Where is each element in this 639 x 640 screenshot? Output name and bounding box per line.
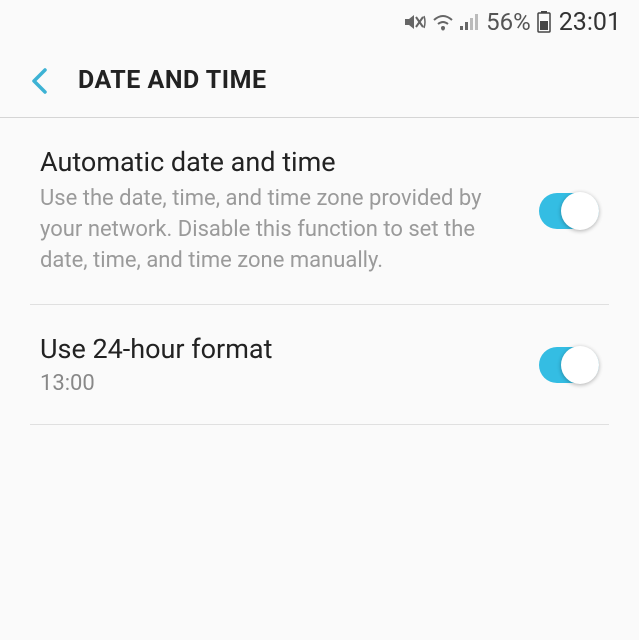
back-button[interactable] [30,67,48,95]
toggle-automatic-datetime[interactable] [539,193,599,229]
header: DATE AND TIME [0,44,639,117]
setting-text-block: Automatic date and time Use the date, ti… [40,146,519,276]
toggle-24hour-format[interactable] [539,347,599,383]
status-clock: 23:01 [559,8,621,37]
battery-percent: 56% [486,8,531,36]
divider [30,424,609,425]
battery-icon [537,11,551,33]
setting-description: Use the date, time, and time zone provid… [40,184,519,276]
setting-title: Use 24-hour format [40,333,519,365]
toggle-knob [561,346,599,384]
page-title: DATE AND TIME [78,66,267,95]
setting-title: Automatic date and time [40,146,519,178]
mute-vibrate-icon [402,12,426,32]
setting-automatic-datetime[interactable]: Automatic date and time Use the date, ti… [0,118,639,304]
toggle-knob [561,192,599,230]
setting-24hour-format[interactable]: Use 24-hour format 13:00 [0,305,639,424]
setting-text-block: Use 24-hour format 13:00 [40,333,519,396]
signal-icon [460,13,480,31]
wifi-icon [432,13,454,31]
status-bar: 56% 23:01 [0,0,639,44]
setting-example: 13:00 [40,371,519,396]
